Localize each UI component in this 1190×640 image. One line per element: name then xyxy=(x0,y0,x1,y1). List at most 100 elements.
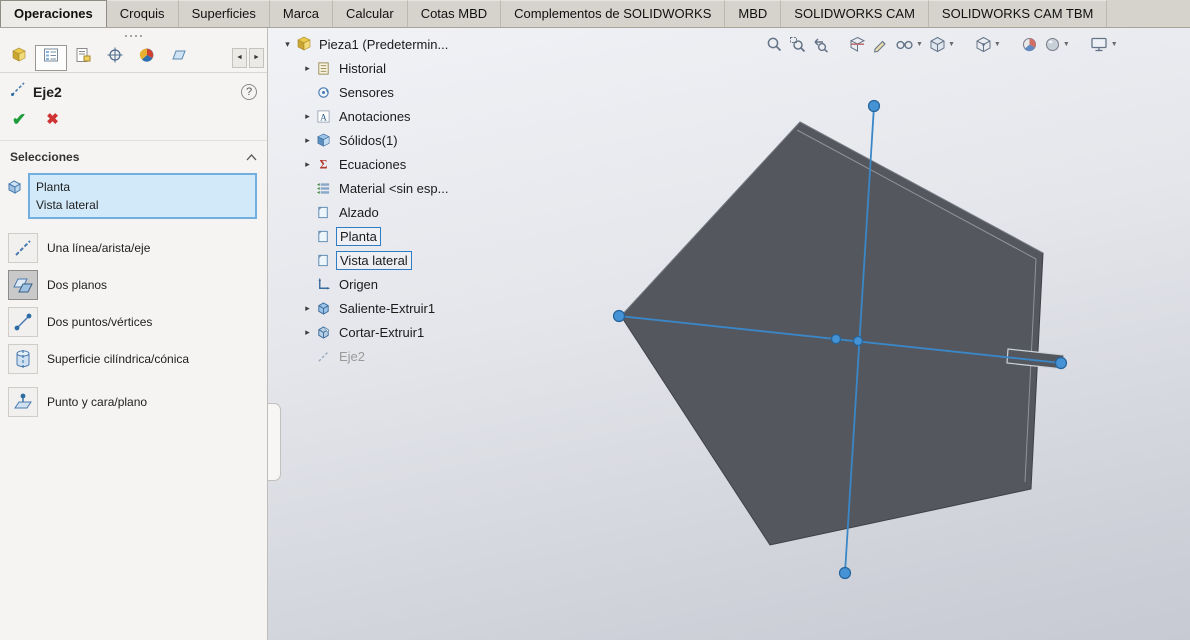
tree-item-anotaciones[interactable]: ▸ A Anotaciones xyxy=(300,104,451,128)
cancel-button[interactable]: ✖ xyxy=(46,110,59,130)
expand-arrow-icon[interactable]: ▸ xyxy=(300,135,315,146)
one-line-edge-axis-icon xyxy=(8,233,38,263)
ribbon-tab-complementos[interactable]: Complementos de SOLIDWORKS xyxy=(501,0,725,27)
ribbon-tab-croquis[interactable]: Croquis xyxy=(107,0,179,27)
tree-item-label: Saliente-Extruir1 xyxy=(336,300,438,317)
expand-arrow-icon[interactable]: ▸ xyxy=(300,63,315,74)
tree-item-historial[interactable]: ▸ Historial xyxy=(300,56,451,80)
heads-up-toolbar: ▼ ▼ ▼ ▼ xyxy=(766,36,1118,53)
axis-handle-center-h[interactable] xyxy=(832,335,841,344)
ribbon-tab-calcular[interactable]: Calcular xyxy=(333,0,408,27)
tree-item-alzado[interactable]: Alzado xyxy=(300,200,451,224)
tree-item-planta[interactable]: Planta xyxy=(300,224,451,248)
zoom-to-fit-icon[interactable] xyxy=(766,36,783,53)
tree-item-solidos[interactable]: ▸ Sólidos(1) xyxy=(300,128,451,152)
ribbon-tab-solidworks-cam-tbm[interactable]: SOLIDWORKS CAM TBM xyxy=(929,0,1107,27)
ribbon-tab-superficies[interactable]: Superficies xyxy=(179,0,270,27)
view-settings-icon[interactable]: ▼ xyxy=(1090,36,1118,53)
selection-item-planta[interactable]: Planta xyxy=(36,178,249,196)
expand-arrow-icon[interactable]: ▸ xyxy=(300,303,315,314)
solidworks-window: Operaciones Croquis Superficies Marca Ca… xyxy=(0,0,1190,640)
dropdown-caret-icon[interactable]: ▼ xyxy=(994,41,1001,48)
cam-manager-icon xyxy=(171,47,187,68)
tree-item-saliente-extruir1[interactable]: ▸ Saliente-Extruir1 xyxy=(300,296,451,320)
display-style-icon[interactable]: ▼ xyxy=(929,36,955,53)
axis-handle-right[interactable] xyxy=(1056,358,1067,369)
panel-collapse-handle[interactable] xyxy=(268,403,281,481)
point-face-plane-icon xyxy=(8,387,38,417)
tree-item-origen[interactable]: Origen xyxy=(300,272,451,296)
configuration-manager-icon xyxy=(75,47,91,68)
axis-handle-center[interactable] xyxy=(854,337,863,346)
expand-arrow-icon[interactable]: ▸ xyxy=(300,159,315,170)
expand-arrow-icon[interactable]: ▾ xyxy=(280,39,295,50)
ribbon-tab-cotas-mbd[interactable]: Cotas MBD xyxy=(408,0,501,27)
tree-item-label: Sólidos(1) xyxy=(336,132,401,149)
graphics-viewport[interactable]: ▾ Pieza1 (Predetermin... ▸ Historial xyxy=(268,28,1190,640)
option-two-planes[interactable]: Dos planos xyxy=(8,270,259,300)
axis-handle-top[interactable] xyxy=(869,101,880,112)
section-view-icon[interactable] xyxy=(849,36,866,53)
tree-item-label: Cortar-Extruir1 xyxy=(336,324,427,341)
tree-item-pieza1[interactable]: ▾ Pieza1 (Predetermin... xyxy=(280,32,451,56)
svg-text:A: A xyxy=(320,113,327,123)
expand-arrow-icon[interactable]: ▸ xyxy=(300,327,315,338)
tab-property-manager[interactable] xyxy=(35,45,67,71)
dropdown-caret-icon[interactable]: ▼ xyxy=(948,41,955,48)
collapse-chevron-icon[interactable] xyxy=(246,148,257,166)
tree-item-material[interactable]: Material <sin esp... xyxy=(300,176,451,200)
tab-configuration-manager[interactable] xyxy=(67,45,99,71)
option-cylindrical-conical-surface[interactable]: Superficie cilíndrica/cónica xyxy=(8,344,259,374)
tree-item-label: Planta xyxy=(336,227,381,246)
dropdown-caret-icon[interactable]: ▼ xyxy=(1111,41,1118,48)
ok-button[interactable]: ✔ xyxy=(12,110,26,130)
apply-scene-icon[interactable]: ▼ xyxy=(1044,36,1070,53)
option-point-and-face-plane[interactable]: Punto y cara/plano xyxy=(8,387,259,417)
ribbon-tab-bar: Operaciones Croquis Superficies Marca Ca… xyxy=(0,0,1190,28)
tree-item-label: Sensores xyxy=(336,84,397,101)
option-one-line-edge-axis[interactable]: Una línea/arista/eje xyxy=(8,233,259,263)
display-manager-icon xyxy=(139,47,155,68)
ribbon-tab-marca[interactable]: Marca xyxy=(270,0,333,27)
tree-item-label: Eje2 xyxy=(336,348,368,365)
expand-arrow-icon[interactable]: ▸ xyxy=(300,111,315,122)
selection-listbox[interactable]: Planta Vista lateral xyxy=(28,173,257,219)
panel-tab-scroll-right[interactable]: ► xyxy=(249,48,264,68)
tree-item-sensores[interactable]: Sensores xyxy=(300,80,451,104)
ribbon-tab-solidworks-cam[interactable]: SOLIDWORKS CAM xyxy=(781,0,929,27)
tree-item-eje2[interactable]: Eje2 xyxy=(300,344,451,368)
axis-handle-bottom[interactable] xyxy=(840,568,851,579)
help-icon[interactable]: ? xyxy=(241,84,257,100)
tree-item-ecuaciones[interactable]: ▸ Σ Ecuaciones xyxy=(300,152,451,176)
tab-feature-manager[interactable] xyxy=(3,45,35,71)
tree-item-cortar-extruir1[interactable]: ▸ Cortar-Extruir1 xyxy=(300,320,451,344)
axis-handle-left[interactable] xyxy=(614,311,625,322)
cut-extrude-icon xyxy=(315,324,332,340)
selections-section-header[interactable]: Selecciones xyxy=(0,141,267,171)
two-points-vertices-icon xyxy=(8,307,38,337)
annotation-visibility-icon[interactable] xyxy=(872,36,889,53)
ribbon-tab-mbd[interactable]: MBD xyxy=(725,0,781,27)
dropdown-caret-icon[interactable]: ▼ xyxy=(1063,41,1070,48)
tab-cam-manager[interactable] xyxy=(163,45,195,71)
tree-item-vista-lateral[interactable]: Vista lateral xyxy=(300,248,451,272)
pentagon-part-face[interactable] xyxy=(621,122,1043,545)
tab-dimxpert-manager[interactable] xyxy=(99,45,131,71)
origin-icon xyxy=(315,276,332,292)
panel-tab-scroll-left[interactable]: ◄ xyxy=(232,48,247,68)
selection-item-vista-lateral[interactable]: Vista lateral xyxy=(36,196,249,214)
option-two-points-vertices[interactable]: Dos puntos/vértices xyxy=(8,307,259,337)
tree-item-label: Pieza1 (Predetermin... xyxy=(316,36,451,53)
ribbon-tab-operaciones[interactable]: Operaciones xyxy=(0,0,107,27)
tab-display-manager[interactable] xyxy=(131,45,163,71)
view-orientation-icon[interactable]: ▼ xyxy=(975,36,1001,53)
part-icon xyxy=(295,36,312,52)
dropdown-caret-icon[interactable]: ▼ xyxy=(916,41,923,48)
panel-drag-handle[interactable] xyxy=(0,28,267,43)
edit-appearance-icon[interactable] xyxy=(1021,36,1038,53)
property-manager-panel: ◄ ► Eje2 ? ✔ ✖ Selecciones xyxy=(0,28,268,640)
zoom-to-area-icon[interactable] xyxy=(789,36,806,53)
two-planes-icon xyxy=(8,270,38,300)
previous-view-icon[interactable] xyxy=(812,36,829,53)
hide-show-items-icon[interactable]: ▼ xyxy=(895,36,923,53)
